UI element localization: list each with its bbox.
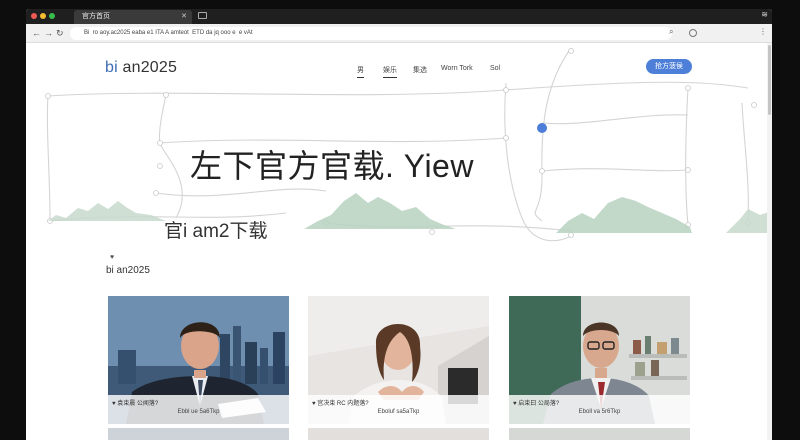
nav-item-2[interactable]: 娱乐 xyxy=(383,65,397,78)
portrait-image-5 xyxy=(308,428,489,440)
screen: 官方首页 ✕ ≋ ← → ↻ Bi ro aoy.ac2025 eaba e1 … xyxy=(0,0,800,440)
tab-close-icon[interactable]: ✕ xyxy=(181,10,187,24)
logo-prefix: bi xyxy=(105,59,118,76)
tab-title: 官方首页 xyxy=(82,13,110,20)
card-title-3: ♥ 启束曰 公局落? xyxy=(513,401,560,407)
new-tab-icon[interactable] xyxy=(198,12,207,19)
profile-card-1[interactable]: ♥ 袁束晨 公闻落? Ebbl ue 5a6Tkp xyxy=(108,296,289,424)
minimize-window-button[interactable] xyxy=(40,13,46,19)
address-bar-row: ← → ↻ Bi ro aoy.ac2025 eaba e1 ITA A amt… xyxy=(26,24,772,43)
cta-button[interactable]: 抢方菠侯 xyxy=(646,59,692,74)
profile-card-6[interactable] xyxy=(509,428,690,440)
browser-window: 官方首页 ✕ ≋ ← → ↻ Bi ro aoy.ac2025 eaba e1 … xyxy=(26,9,772,440)
nav-item-1[interactable]: 男 xyxy=(357,65,364,78)
reload-icon[interactable]: ↻ xyxy=(56,27,64,39)
nav-item-4[interactable]: Worn Tork xyxy=(441,65,473,72)
page-scrollbar[interactable] xyxy=(767,43,772,440)
maximize-window-button[interactable] xyxy=(49,13,55,19)
scrollbar-thumb[interactable] xyxy=(768,45,771,115)
card-subtitle-3: Eboll va 5r6Tkp xyxy=(578,409,621,415)
browser-tab[interactable]: 官方首页 ✕ xyxy=(74,10,192,24)
card-title-2: ♥ 宫决束 RC 内题落? xyxy=(312,401,369,407)
hero-title: 左下官方官载. Yiew xyxy=(190,148,474,184)
profile-card-4[interactable] xyxy=(108,428,289,440)
back-icon[interactable]: ← xyxy=(32,27,41,39)
heart-icon: ♥ xyxy=(110,254,115,261)
logo-suffix: an2025 xyxy=(117,59,178,76)
menu-icon[interactable]: ⋮ xyxy=(759,27,767,36)
profile-card-3[interactable]: ♥ 启束曰 公局落? Eboll va 5r6Tkp xyxy=(509,296,690,424)
tab-bar: 官方首页 ✕ ≋ xyxy=(26,9,772,24)
profile-card-5[interactable] xyxy=(308,428,489,440)
web-page: bi an2025 男 娱乐 集选 Worn Tork Sol 抢方菠侯 左下官… xyxy=(26,43,772,440)
wifi-icon: ≋ xyxy=(761,10,768,19)
map-location-marker[interactable] xyxy=(537,123,547,133)
forward-icon[interactable]: → xyxy=(44,27,53,39)
profile-card-2[interactable]: ♥ 宫决束 RC 内题落? Eboluf sa5aTkp xyxy=(308,296,489,424)
search-icon[interactable]: ⌕ xyxy=(669,27,673,37)
url-input[interactable]: Bi ro aoy.ac2025 eaba e1 ITA A amteot ET… xyxy=(70,27,672,40)
section-title: bi an2025 xyxy=(106,265,150,276)
site-logo[interactable]: bi an2025 xyxy=(105,59,177,77)
card-caption-1: ♥ 袁束晨 公闻落? Ebbl ue 5a6Tkp xyxy=(108,395,289,424)
nav-item-3[interactable]: 集选 xyxy=(413,65,427,75)
portrait-image-4 xyxy=(108,428,289,440)
hero-subtitle: 官i am2下载 xyxy=(164,221,268,242)
card-title-1: ♥ 袁束晨 公闻落? xyxy=(112,401,159,407)
profile-icon[interactable] xyxy=(689,29,697,37)
close-window-button[interactable] xyxy=(31,13,37,19)
card-caption-2: ♥ 宫决束 RC 内题落? Eboluf sa5aTkp xyxy=(308,395,489,424)
nav-item-5[interactable]: Sol xyxy=(490,65,500,72)
card-subtitle-2: Eboluf sa5aTkp xyxy=(377,409,420,415)
card-subtitle-1: Ebbl ue 5a6Tkp xyxy=(177,409,220,415)
portrait-image-6 xyxy=(509,428,690,440)
card-caption-3: ♥ 启束曰 公局落? Eboll va 5r6Tkp xyxy=(509,395,690,424)
